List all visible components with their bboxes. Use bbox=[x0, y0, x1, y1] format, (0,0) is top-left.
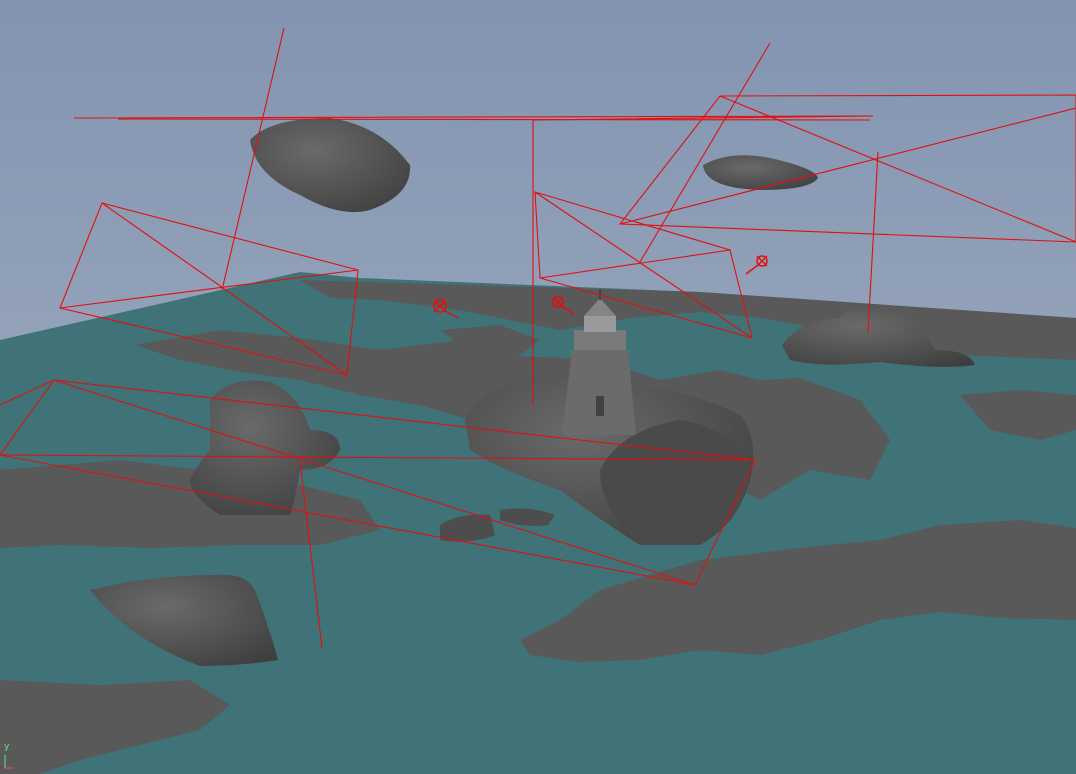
viewport-scene[interactable] bbox=[0, 0, 1076, 774]
axis-label: y bbox=[4, 742, 10, 752]
3d-viewport[interactable]: y bbox=[0, 0, 1076, 774]
